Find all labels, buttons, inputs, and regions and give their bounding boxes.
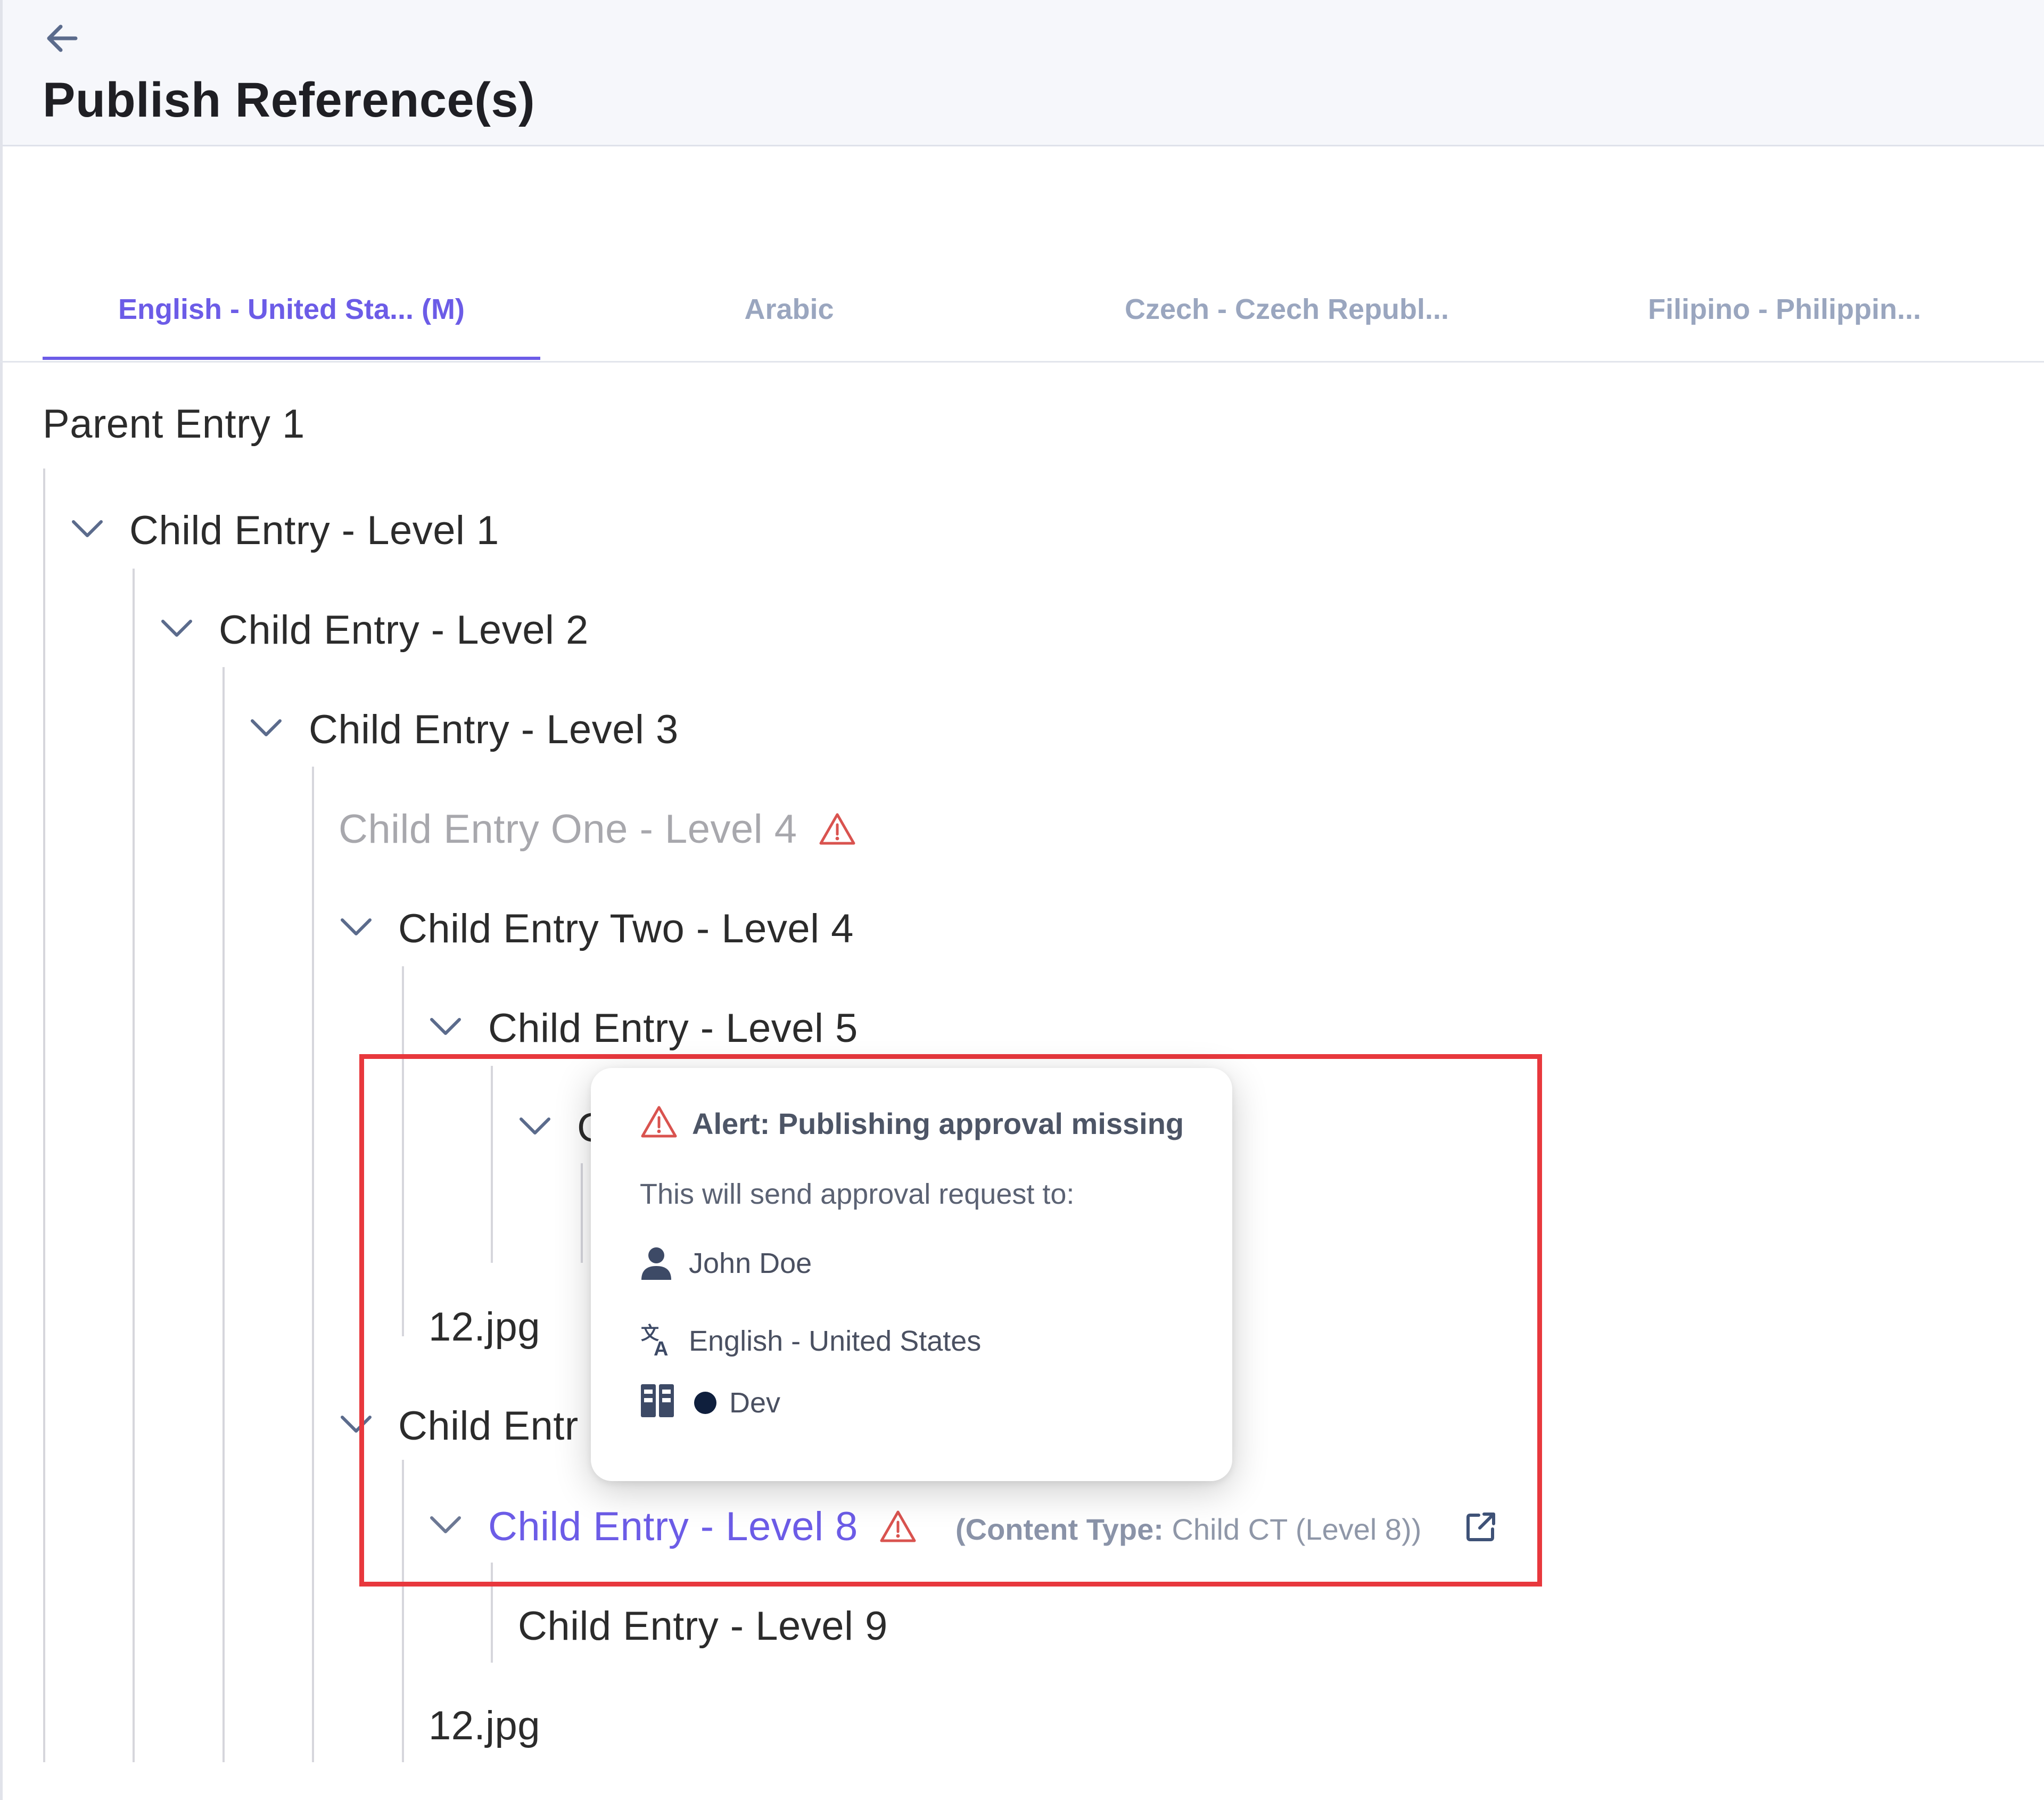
chevron-down-icon[interactable]: [338, 915, 374, 940]
tree-item-level-5[interactable]: Child Entry - Level 5: [488, 1002, 858, 1055]
tree-item-level-1[interactable]: Child Entry - Level 1: [129, 504, 499, 557]
language-tabs: English - United Sta... (M) Arabic Czech…: [0, 277, 2044, 363]
parent-entry[interactable]: Parent Entry 1: [43, 398, 305, 451]
approver-user-row: John Doe: [640, 1247, 1172, 1284]
tree-item-level-4-one[interactable]: Child Entry One - Level 4: [339, 803, 856, 856]
chevron-down-icon[interactable]: [69, 516, 105, 542]
tab-czech[interactable]: Czech - Czech Republ...: [1038, 293, 1536, 359]
chevron-down-icon[interactable]: [427, 1014, 464, 1040]
approver-language: English - United States: [689, 1325, 982, 1357]
popover-title: Alert: Publishing approval missing: [692, 1107, 1184, 1140]
tree-guide-line: [312, 767, 314, 1762]
approver-environment-row: Dev: [640, 1384, 1172, 1424]
left-border: [0, 0, 3, 1800]
svg-text:A: A: [654, 1338, 668, 1359]
translate-icon: 文 A: [641, 1324, 668, 1359]
approver-name: John Doe: [689, 1247, 812, 1279]
approval-alert-popover: Alert: Publishing approval missing This …: [591, 1068, 1232, 1481]
approver-language-row: 文 A English - United States: [640, 1324, 1172, 1362]
tab-english-united-states[interactable]: English - United Sta... (M): [43, 293, 540, 359]
tree-item-level-3[interactable]: Child Entry - Level 3: [309, 703, 679, 757]
tab-filipino[interactable]: Filipino - Philippin...: [1536, 293, 2033, 359]
asset-item[interactable]: 12.jpg: [428, 1699, 540, 1753]
environment-icon: [641, 1384, 674, 1417]
tree-item-label: Child Entry One - Level 4: [339, 807, 797, 852]
chevron-down-icon[interactable]: [159, 616, 195, 642]
environment-color-dot: [694, 1392, 716, 1414]
tree-guide-line: [43, 469, 45, 1762]
tab-arabic[interactable]: Arabic: [540, 293, 1038, 359]
popover-subtitle: This will send approval request to:: [640, 1178, 1075, 1210]
warning-icon: [819, 813, 855, 845]
active-tab-indicator: [43, 357, 540, 360]
tree-item-level-2[interactable]: Child Entry - Level 2: [219, 604, 589, 657]
page-header: Publish Reference(s): [0, 0, 2044, 146]
tree-guide-line: [222, 667, 225, 1762]
user-icon: [641, 1247, 671, 1280]
tree-item-level-9[interactable]: Child Entry - Level 9: [518, 1600, 888, 1653]
back-arrow-icon[interactable]: [43, 21, 81, 55]
page-title: Publish Reference(s): [43, 73, 535, 127]
chevron-down-icon[interactable]: [248, 716, 284, 741]
approver-environment: Dev: [729, 1387, 781, 1419]
tree-item-level-4-two[interactable]: Child Entry Two - Level 4: [398, 902, 854, 956]
tree-guide-line: [133, 569, 135, 1762]
warning-icon: [641, 1106, 677, 1138]
